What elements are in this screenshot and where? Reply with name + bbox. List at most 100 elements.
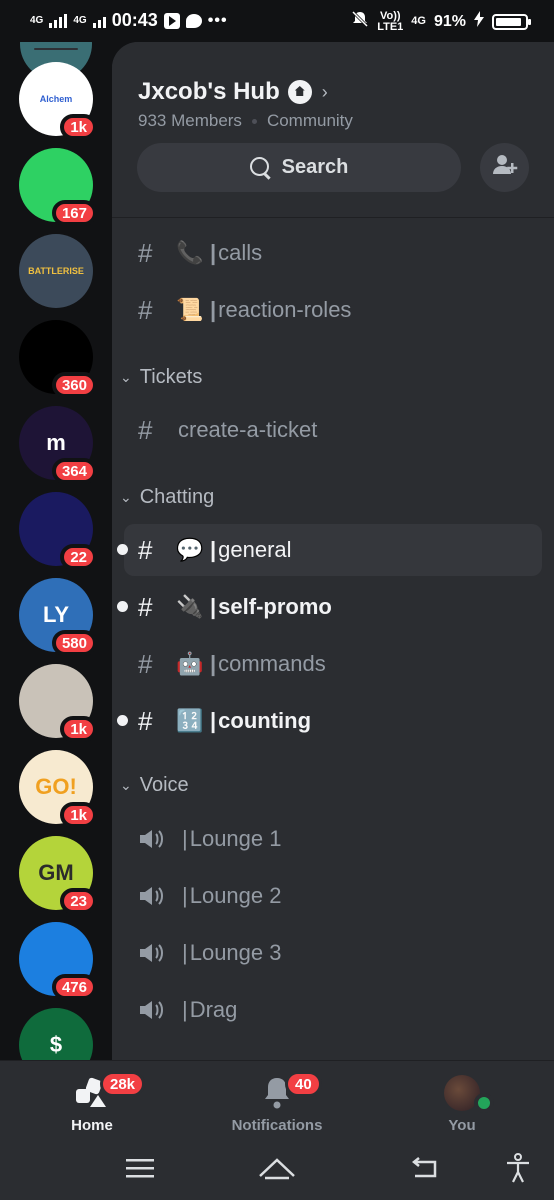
- server-icon[interactable]: 1k: [19, 664, 97, 742]
- more-notifications-icon: •••: [207, 11, 228, 29]
- server-icon[interactable]: 167: [19, 148, 97, 226]
- tab-notifications-label: Notifications: [231, 1117, 323, 1134]
- server-icon[interactable]: 22: [19, 492, 97, 570]
- server-icon[interactable]: BATTLERISE: [19, 234, 93, 308]
- mention-badge: 364: [51, 458, 97, 484]
- channel-category[interactable]: ⌄ Chatting: [120, 482, 214, 512]
- category-name: Tickets: [139, 365, 203, 388]
- battery-percent: 91%: [433, 12, 466, 30]
- hash-icon: #: [138, 534, 153, 565]
- back-button[interactable]: [404, 1154, 444, 1186]
- invite-members-button[interactable]: [480, 143, 529, 192]
- channel-category[interactable]: ⌄ Voice: [120, 770, 189, 800]
- server-icon[interactable]: 476: [19, 922, 97, 1000]
- server-icon[interactable]: $: [19, 1008, 93, 1060]
- voice-channel[interactable]: | Lounge 2: [124, 870, 542, 922]
- channel-name: calls: [218, 240, 263, 265]
- channel-name: Lounge 3: [189, 940, 282, 965]
- chevron-down-icon: ⌄: [120, 776, 132, 793]
- tab-you[interactable]: You: [392, 1075, 532, 1134]
- battery-icon: [492, 13, 531, 30]
- recent-apps-button[interactable]: [120, 1154, 160, 1186]
- search-label: Search: [281, 156, 349, 178]
- separator-bar: |: [182, 940, 188, 965]
- back-icon: [409, 1156, 439, 1185]
- chevron-right-icon: ›: [321, 81, 328, 102]
- channel-name: create-a-ticket: [178, 417, 318, 442]
- server-icon[interactable]: GO! 1k: [19, 750, 97, 828]
- member-count: 933 Members: [138, 111, 242, 130]
- separator-bar: |: [210, 708, 217, 733]
- voice-channel[interactable]: | Lounge 3: [124, 927, 542, 979]
- rail-divider: [34, 48, 78, 50]
- separator-bar: |: [210, 537, 217, 562]
- accessibility-button[interactable]: [498, 1152, 538, 1188]
- text-channel[interactable]: # create-a-ticket: [124, 404, 542, 456]
- network-indicator-2: 4G: [73, 14, 87, 26]
- channel-emoji-icon: 🔌: [176, 594, 204, 619]
- home-icon: 28k: [72, 1071, 146, 1111]
- separator-bar: |: [182, 883, 188, 908]
- text-channel[interactable]: # 🤖 | commands: [124, 638, 542, 690]
- hash-icon: #: [138, 648, 153, 679]
- mention-badge: 23: [60, 888, 97, 914]
- server-icon[interactable]: Alchem 1k: [19, 62, 97, 140]
- voice-channel[interactable]: | Drag: [124, 984, 542, 1036]
- server-name: Jxcob's Hub: [138, 78, 280, 105]
- carrier-indicator: Vo)) LTE1: [377, 9, 404, 33]
- text-channel[interactable]: # 🔢 | counting: [117, 695, 542, 747]
- accessibility-icon: [505, 1152, 531, 1188]
- server-icon[interactable]: GM 23: [19, 836, 97, 914]
- mention-badge: 1k: [60, 114, 97, 140]
- tab-home[interactable]: 28k Home: [22, 1071, 162, 1134]
- community-badge-icon: [287, 80, 312, 104]
- mention-badge: 360: [51, 372, 97, 398]
- text-channel[interactable]: # 📞 | calls: [124, 227, 542, 279]
- voice-channel[interactable]: | Lounge 1: [124, 813, 542, 865]
- menu-icon: [126, 1158, 154, 1183]
- mention-badge: 1k: [60, 716, 97, 742]
- network-indicator-1: 4G: [30, 14, 44, 26]
- hash-icon: #: [138, 705, 153, 736]
- system-home-icon: [257, 1156, 297, 1185]
- channel-emoji-icon: 📜: [176, 297, 204, 322]
- server-rail[interactable]: Alchem 1k 167 BATTLERISE 360 m 364 22 LY 580 1k GO!…: [0, 42, 112, 1060]
- hash-icon: #: [138, 294, 153, 325]
- search-button[interactable]: Search: [137, 143, 461, 192]
- add-user-icon: [492, 153, 518, 182]
- chevron-down-icon: ⌄: [120, 368, 132, 385]
- hash-icon: #: [138, 237, 153, 268]
- charging-icon: [474, 11, 484, 32]
- text-channel[interactable]: # 💬 | general: [117, 524, 542, 576]
- category-name: Voice: [139, 773, 189, 796]
- search-icon: [249, 156, 272, 179]
- channel-emoji-icon: 🔢: [176, 708, 204, 733]
- user-avatar: [442, 1075, 494, 1113]
- chevron-down-icon: ⌄: [120, 488, 132, 505]
- text-channel[interactable]: # 🔌 | self-promo: [117, 581, 542, 633]
- text-channel[interactable]: # 📜 | reaction-roles: [124, 284, 542, 336]
- server-icon[interactable]: 360: [19, 320, 97, 398]
- channel-name: Drag: [189, 997, 238, 1022]
- server-title[interactable]: Jxcob's Hub ›: [138, 78, 328, 106]
- speaker-icon: [138, 885, 166, 907]
- channel-name: commands: [218, 651, 326, 676]
- channel-name: Lounge 1: [189, 826, 282, 851]
- home-system-button[interactable]: [257, 1154, 297, 1186]
- unread-indicator: [117, 544, 128, 555]
- speaker-icon: [138, 999, 166, 1021]
- channel-name: counting: [218, 708, 312, 733]
- channel-category[interactable]: ⌄ Tickets: [120, 362, 202, 392]
- tab-notifications[interactable]: 40 Notifications: [207, 1071, 347, 1134]
- signal-icon: [49, 13, 68, 28]
- speaker-icon: [138, 828, 166, 850]
- channel-name: reaction-roles: [218, 297, 352, 322]
- hash-icon: #: [138, 414, 153, 445]
- separator-bar: |: [210, 594, 217, 619]
- server-icon[interactable]: m 364: [19, 406, 97, 484]
- hash-icon: #: [138, 591, 153, 622]
- separator-bar: |: [182, 997, 188, 1022]
- unread-indicator: [117, 601, 128, 612]
- separator-dot: [251, 118, 257, 124]
- server-icon[interactable]: LY 580: [19, 578, 97, 656]
